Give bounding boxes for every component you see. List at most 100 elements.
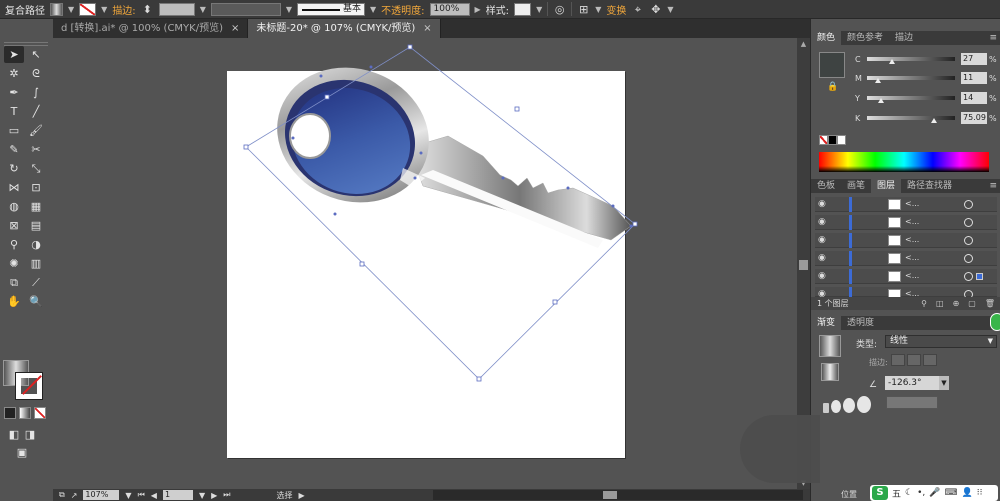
aspect-ratio-input[interactable]	[886, 396, 938, 409]
chevron-down-icon[interactable]: ▼	[536, 5, 542, 14]
mesh-tool-icon[interactable]: ⊠	[4, 217, 24, 234]
align-icon[interactable]: ⊞	[577, 3, 590, 16]
brush-definition-select[interactable]: 基本	[297, 2, 365, 16]
new-layer-icon[interactable]: ▢	[968, 297, 976, 310]
chevron-down-icon[interactable]: ▼	[125, 491, 131, 500]
variable-width-select[interactable]	[210, 2, 281, 16]
channel-value-input[interactable]: 11	[961, 72, 987, 84]
chevron-right-icon[interactable]: ▶	[475, 5, 481, 14]
clipping-mask-icon[interactable]: ◫	[936, 297, 944, 310]
artboard-tool-icon[interactable]: ⧉	[4, 274, 24, 291]
layer-row[interactable]: ◉ <...	[815, 287, 997, 302]
curvature-tool-icon[interactable]: ∫	[26, 84, 46, 101]
channel-slider[interactable]	[867, 76, 955, 83]
hand-tool-icon[interactable]: ✋	[4, 293, 24, 310]
channel-value-input[interactable]: 75.09	[961, 112, 987, 124]
grid-icon[interactable]: ⁝⁝	[977, 488, 983, 498]
layer-row[interactable]: ◉ <...	[815, 251, 997, 266]
chevron-down-icon[interactable]: ▼	[595, 5, 601, 14]
slider-handle[interactable]	[931, 118, 937, 123]
tab-pathfinder[interactable]: 路径查找器	[901, 179, 958, 193]
gradient-mode-button[interactable]	[19, 407, 31, 419]
channel-value-input[interactable]: 14	[961, 92, 987, 104]
layer-row[interactable]: ◉ <...	[815, 233, 997, 248]
target-icon[interactable]	[964, 200, 973, 209]
tab-color-guide[interactable]: 颜色参考	[841, 31, 889, 45]
scroll-up-icon[interactable]: ▲	[797, 38, 810, 50]
gradient-tool-icon[interactable]: ▤	[26, 217, 46, 234]
stroke-along-button[interactable]	[907, 354, 921, 366]
user-icon[interactable]: 👤	[961, 488, 972, 498]
stroke-weight-input[interactable]	[158, 2, 195, 16]
scroll-thumb[interactable]	[603, 491, 617, 499]
input-mode[interactable]: 五	[892, 487, 901, 500]
slider-handle[interactable]	[875, 78, 881, 83]
width-tool-icon[interactable]: ⋈	[4, 179, 24, 196]
symbol-sprayer-tool-icon[interactable]: ✺	[4, 255, 24, 272]
channel-slider[interactable]	[867, 116, 955, 123]
color-spectrum[interactable]	[819, 152, 989, 172]
paintbrush-tool-icon[interactable]: 🖌	[26, 122, 46, 139]
none-swatch[interactable]	[819, 135, 828, 145]
isolate-icon[interactable]: ⌖	[631, 3, 644, 16]
chevron-down-icon[interactable]: ▼	[286, 5, 292, 14]
scissors-tool-icon[interactable]: ✂	[26, 141, 46, 158]
close-icon[interactable]: ×	[231, 23, 239, 34]
stroke-across-button[interactable]	[923, 354, 937, 366]
pencil-tool-icon[interactable]: ✎	[4, 141, 24, 158]
canvas-area[interactable]	[53, 38, 797, 489]
stroke-link[interactable]: 描边:	[112, 2, 135, 17]
chevron-down-icon[interactable]: ▼	[199, 491, 205, 500]
graphic-style-swatch[interactable]	[514, 2, 532, 16]
opacity-link[interactable]: 不透明度:	[381, 2, 424, 17]
tab-document-2[interactable]: 未标题-20* @ 107% (CMYK/预览) ×	[248, 19, 441, 38]
eye-icon[interactable]: ◉	[818, 271, 826, 281]
trash-icon[interactable]: 🗑	[985, 297, 995, 310]
panel-menu-icon[interactable]: ≡	[989, 179, 997, 193]
eye-icon[interactable]: ◉	[818, 217, 826, 227]
direct-selection-tool-icon[interactable]: ↖	[26, 46, 46, 63]
rotate-tool-icon[interactable]: ↻	[4, 160, 24, 177]
stroke-color-box[interactable]	[15, 372, 43, 400]
close-icon[interactable]: ×	[423, 23, 431, 34]
gradient-swatch[interactable]	[819, 335, 841, 357]
keyboard-icon[interactable]: ⌨	[944, 488, 957, 498]
blend-tool-icon[interactable]: ◑	[26, 236, 46, 253]
target-icon[interactable]	[964, 218, 973, 227]
free-transform-tool-icon[interactable]: ⊡	[26, 179, 46, 196]
page-input[interactable]: 1	[162, 490, 193, 500]
layer-name[interactable]: <...	[905, 235, 919, 244]
artboard-nav-icon[interactable]: ⧉	[59, 490, 65, 500]
tab-document-1[interactable]: d [转换].ai* @ 100% (CMYK/预览) ×	[53, 19, 249, 38]
moon-icon[interactable]: ☾	[905, 488, 913, 498]
fill-stroke-widget[interactable]	[3, 360, 45, 400]
current-color-swatch[interactable]	[819, 52, 845, 78]
locate-object-icon[interactable]: ⚲	[921, 297, 927, 310]
last-page-icon[interactable]: ⏭	[223, 490, 230, 500]
punctuation-icon[interactable]: •,	[917, 488, 925, 498]
magic-wand-tool-icon[interactable]: ✲	[4, 65, 24, 82]
draw-behind-icon[interactable]: ◨	[20, 426, 40, 443]
layer-name[interactable]: <...	[905, 271, 919, 280]
opacity-input[interactable]: 100%	[429, 2, 470, 16]
target-icon[interactable]	[964, 272, 973, 281]
channel-value-input[interactable]: 27	[961, 53, 987, 65]
column-graph-tool-icon[interactable]: ▥	[26, 255, 46, 272]
floating-button[interactable]	[990, 313, 1000, 331]
color-mode-button[interactable]	[4, 407, 16, 419]
tab-gradient[interactable]: 渐变	[811, 316, 842, 330]
chevron-down-icon[interactable]: ▼	[68, 5, 74, 14]
key-artwork[interactable]	[53, 38, 797, 489]
chevron-right-icon[interactable]: ▶	[298, 491, 304, 500]
black-swatch[interactable]	[828, 135, 837, 145]
scroll-thumb[interactable]	[799, 260, 808, 270]
white-swatch[interactable]	[837, 135, 846, 145]
first-page-icon[interactable]: ⏮	[138, 490, 145, 500]
zoom-input[interactable]: 107%	[83, 490, 120, 500]
panel-menu-icon[interactable]: ≡	[989, 31, 997, 45]
mic-icon[interactable]: 🎤	[929, 488, 940, 498]
rectangle-tool-icon[interactable]: ▭	[4, 122, 24, 139]
tab-transparency[interactable]: 透明度	[841, 316, 880, 330]
tab-brushes[interactable]: 画笔	[841, 179, 871, 193]
scale-tool-icon[interactable]: ⤡	[26, 160, 46, 177]
